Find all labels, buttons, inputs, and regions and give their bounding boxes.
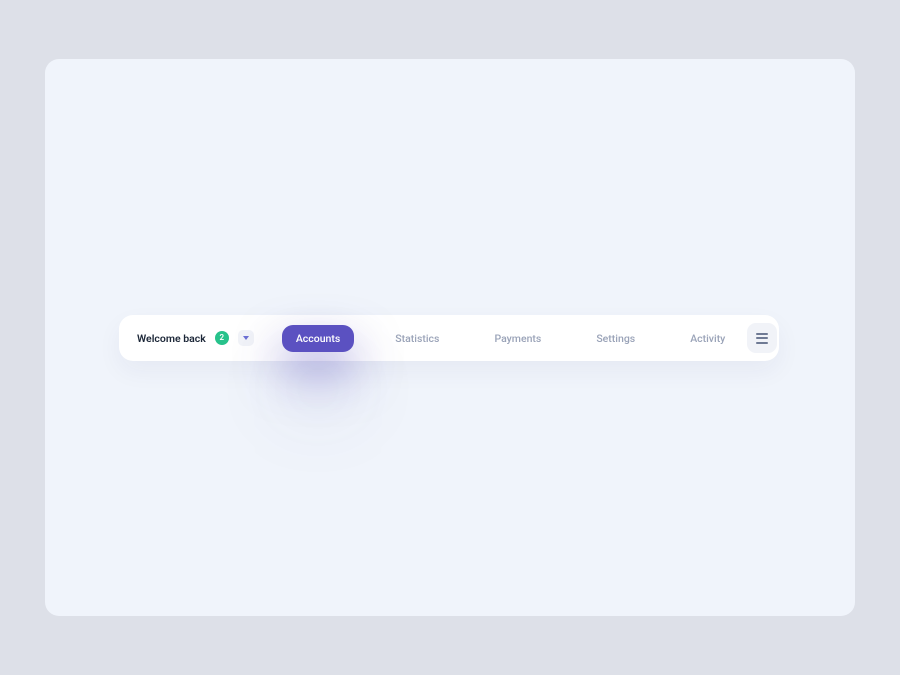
navbar: Welcome back 2 Accounts Statistics Payme… [119,315,779,361]
notification-badge: 2 [215,331,229,345]
welcome-group: Welcome back 2 [137,330,254,346]
nav-tabs: Accounts Statistics Payments Settings Ac… [282,325,740,352]
welcome-dropdown-button[interactable] [238,330,254,346]
welcome-text: Welcome back [137,332,206,345]
menu-button[interactable] [747,323,777,353]
tab-accounts[interactable]: Accounts [282,325,354,352]
hamburger-icon [756,333,768,344]
tab-activity[interactable]: Activity [676,325,739,352]
app-panel: Welcome back 2 Accounts Statistics Payme… [45,59,855,616]
tab-payments[interactable]: Payments [480,325,555,352]
tab-settings[interactable]: Settings [582,325,649,352]
tab-statistics[interactable]: Statistics [381,325,453,352]
caret-down-icon [243,336,249,340]
